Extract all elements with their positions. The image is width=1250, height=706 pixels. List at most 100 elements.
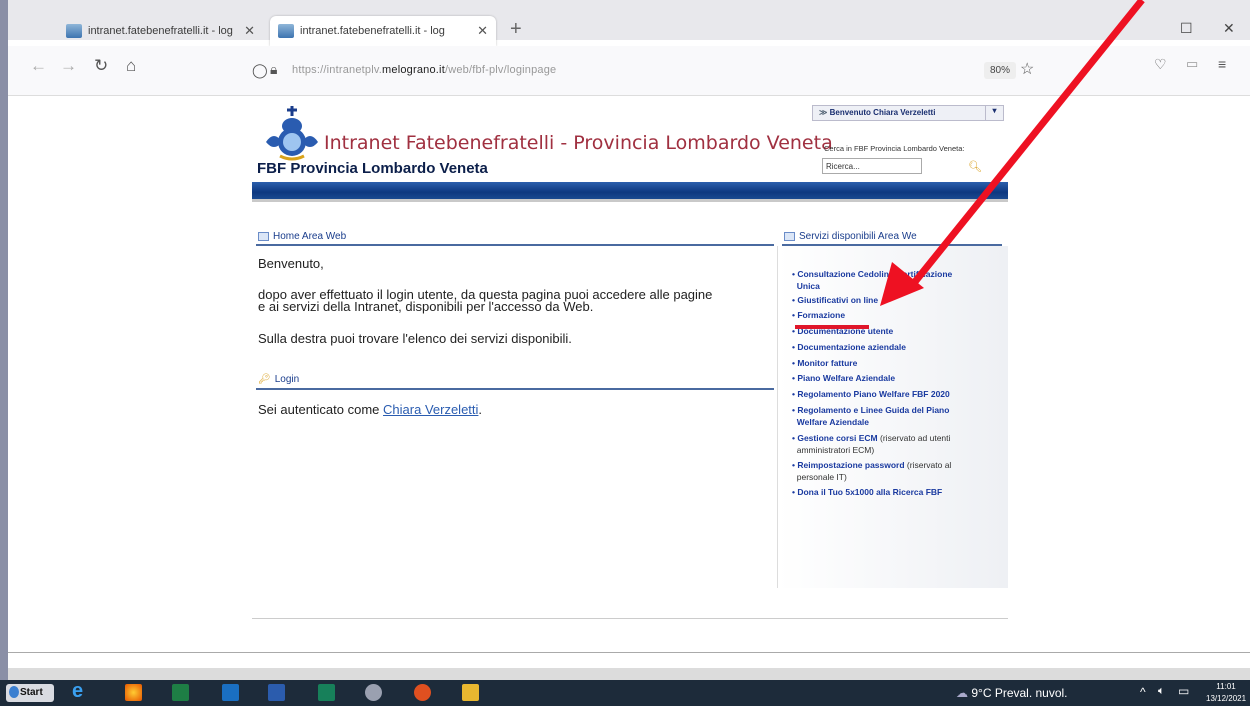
key-icon: 🔑︎ — [258, 374, 271, 385]
intro-line-2: e ai servizi della Intranet, disponibili… — [258, 299, 594, 314]
service-link[interactable]: • Reimpostazione password (riservato al … — [792, 459, 992, 483]
services-heading: Servizi disponibili Area We — [784, 231, 917, 242]
site-header: Intranet Fatebenefratelli - Provincia Lo… — [252, 96, 1008, 211]
bookmark-star-icon[interactable]: ☆ — [1020, 59, 1034, 79]
service-link[interactable]: • Documentazione aziendale — [792, 341, 992, 353]
browser-status-area — [8, 668, 1250, 680]
url-text: https://intranetplv.melograno.it/web/fbf… — [292, 64, 557, 76]
firefox-icon[interactable] — [125, 684, 142, 701]
window-icon — [784, 232, 795, 241]
sidebar-icon[interactable]: ▭ — [1186, 56, 1198, 72]
search-icon[interactable]: 🔍︎ — [968, 160, 982, 173]
page-bottom-border — [252, 618, 1008, 619]
reload-icon[interactable]: ↻ — [94, 56, 108, 76]
browser-nav-bar: ← → ↻ ⌂ ◯ 🔒︎ https://intranetplv.melogra… — [8, 46, 1250, 96]
header-blue-bar — [252, 182, 1008, 202]
clock-date: 13/12/2021 — [1206, 694, 1247, 703]
site-favicon-icon — [278, 24, 294, 38]
service-link[interactable]: • Regolamento e Linee Guida del Piano We… — [792, 404, 992, 428]
start-label: Start — [20, 687, 43, 698]
service-link[interactable]: • Dona il Tuo 5x1000 alla Ricerca FBF — [792, 486, 992, 498]
horizontal-scrollbar-track[interactable] — [8, 652, 1250, 653]
shield-icon: ◯ — [252, 62, 268, 78]
close-window-icon[interactable]: ✕ — [1223, 20, 1235, 37]
home-icon[interactable]: ⌂ — [126, 56, 136, 76]
pocket-icon[interactable]: ♡ — [1154, 56, 1167, 73]
user-link[interactable]: Chiara Verzeletti — [383, 402, 478, 417]
cloud-icon: ☁ — [956, 686, 972, 700]
browser-tab-bar: intranet.fatebenefratelli.it - log ✕ int… — [8, 0, 1250, 46]
network-app-icon[interactable] — [365, 684, 382, 701]
zoom-level[interactable]: 80% — [984, 62, 1017, 79]
service-label[interactable]: Consultazione Cedolino Certificazione — [797, 269, 952, 279]
notification-icon[interactable]: ▭ — [1178, 684, 1189, 698]
service-label[interactable]: Regolamento e Linee Guida del Piano — [797, 405, 949, 415]
service-label[interactable]: Unica — [797, 281, 820, 291]
fatebenefratelli-logo-icon — [266, 106, 318, 161]
site-title: Intranet Fatebenefratelli - Provincia Lo… — [324, 132, 833, 154]
service-link[interactable]: • Gestione corsi ECM (riservato ad utent… — [792, 432, 992, 456]
home-heading-text: Home Area Web — [273, 231, 347, 242]
red-underline-annotation — [795, 325, 869, 329]
start-button[interactable]: Start — [6, 684, 54, 702]
tab-close-icon[interactable]: ✕ — [244, 23, 255, 39]
browser-tab-2[interactable]: intranet.fatebenefratelli.it - log ✕ — [270, 16, 496, 46]
menu-icon[interactable]: ≡ — [1218, 56, 1226, 72]
service-note: amministratori ECM) — [796, 445, 875, 455]
weather-widget[interactable]: ☁ 9°C Preval. nuvol. — [956, 686, 1068, 700]
tab-close-icon[interactable]: ✕ — [477, 23, 488, 39]
service-label[interactable]: Reimpostazione password — [797, 460, 904, 470]
tab-label: intranet.fatebenefratelli.it - log — [88, 25, 233, 37]
service-label[interactable]: Monitor fatture — [797, 358, 857, 368]
speaker-icon[interactable]: 🔈︎ — [1158, 685, 1165, 698]
browser-tab-1[interactable]: intranet.fatebenefratelli.it - log ✕ — [58, 16, 263, 46]
divider — [256, 244, 774, 246]
service-link[interactable]: • Piano Welfare Aziendale — [792, 372, 992, 384]
window-icon — [258, 232, 269, 241]
welcome-label: Benvenuto Chiara Verzeletti — [829, 108, 936, 117]
search-input[interactable]: Ricerca... — [822, 158, 922, 174]
clock[interactable]: 11:01 13/12/2021 — [1206, 681, 1246, 705]
service-note: personale IT) — [796, 472, 847, 482]
service-label[interactable]: Gestione corsi ECM — [797, 433, 877, 443]
search-placeholder: Ricerca... — [826, 162, 860, 171]
word-icon[interactable] — [268, 684, 285, 701]
service-link[interactable]: • Monitor fatture — [792, 357, 992, 369]
forward-icon[interactable]: → — [60, 56, 77, 76]
start-orb-icon — [9, 686, 19, 698]
windows-taskbar: Start e ☁ 9°C Preval. nuvol. ^ 🔈︎ ▭ 11:0… — [0, 680, 1250, 706]
outlook-icon[interactable] — [222, 684, 239, 701]
service-label[interactable]: Regolamento Piano Welfare FBF 2020 — [797, 389, 949, 399]
service-label[interactable]: Giustificativi on line — [797, 295, 878, 305]
excel-icon[interactable] — [172, 684, 189, 701]
welcome-menu[interactable]: ≫ Benvenuto Chiara Verzeletti ▾ — [812, 105, 1004, 121]
login-heading: 🔑︎ Login — [258, 374, 299, 385]
file-explorer-icon[interactable] — [462, 684, 479, 701]
divider — [782, 244, 1002, 246]
back-icon[interactable]: ← — [30, 56, 47, 76]
service-link[interactable]: • Giustificativi on line — [792, 294, 992, 306]
maximize-icon[interactable]: ☐ — [1180, 20, 1193, 37]
login-heading-text: Login — [274, 374, 300, 385]
service-link[interactable]: • Consultazione Cedolino Certificazione … — [792, 268, 992, 292]
login-status: Sei autenticato come Chiara Verzeletti. — [258, 403, 482, 417]
powerpoint-icon[interactable] — [414, 684, 431, 701]
page-content: Home Area Web Benvenuto, dopo aver effet… — [252, 210, 1008, 618]
lock-icon: 🔒︎ — [270, 61, 278, 77]
login-text: Sei autenticato come — [258, 402, 384, 417]
service-link-formazione[interactable]: • Formazione — [792, 309, 992, 321]
publisher-icon[interactable] — [318, 684, 335, 701]
service-label[interactable]: Documentazione aziendale — [797, 342, 906, 352]
service-label[interactable]: Welfare Aziendale — [797, 417, 869, 427]
ie-icon[interactable]: e — [72, 680, 89, 702]
service-label[interactable]: Piano Welfare Aziendale — [797, 373, 895, 383]
dropdown-arrow-icon[interactable]: ▾ — [985, 106, 1003, 120]
clock-time: 11:01 — [1216, 682, 1236, 691]
service-link[interactable]: • Regolamento Piano Welfare FBF 2020 — [792, 388, 992, 400]
url-bar[interactable]: ◯ 🔒︎ https://intranetplv.melograno.it/we… — [246, 56, 1061, 86]
tray-chevron-icon[interactable]: ^ — [1140, 685, 1146, 699]
service-label[interactable]: Dona il Tuo 5x1000 alla Ricerca FBF — [797, 487, 942, 497]
service-note: (riservato al — [904, 460, 952, 470]
service-label[interactable]: Formazione — [797, 310, 845, 320]
new-tab-icon[interactable]: + — [510, 18, 522, 41]
